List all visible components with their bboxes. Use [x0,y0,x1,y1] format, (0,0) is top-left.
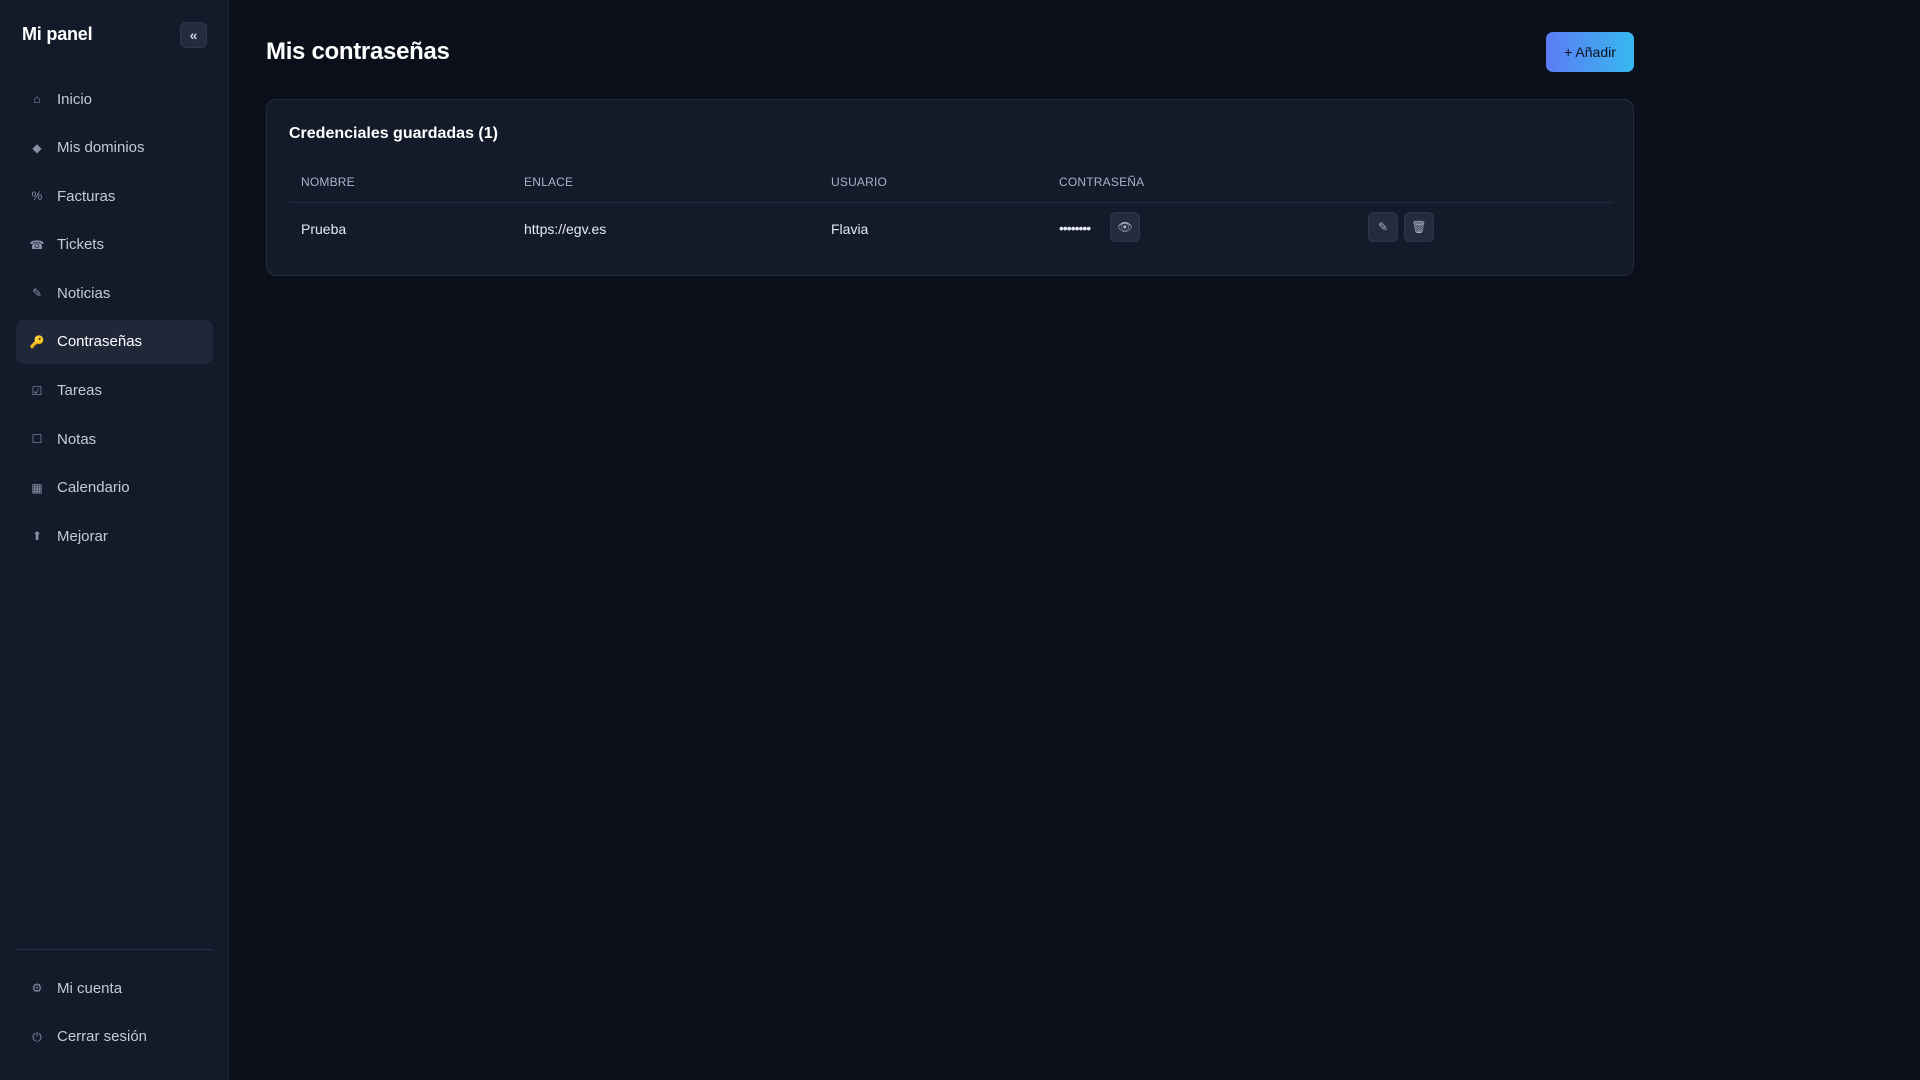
checkbox-icon: ☑ [31,383,43,398]
gear-icon: ⚙ [31,981,43,995]
sidebar-item-label: Mis dominios [57,139,145,157]
sidebar-item-label: Facturas [57,187,116,205]
sidebar-item-facturas[interactable]: % Facturas [16,174,213,218]
sidebar-item-mi-cuenta[interactable]: ⚙ Mi cuenta [16,966,213,1010]
key-icon: 🔑 [29,334,45,349]
eye-icon: 👁 [1117,220,1133,234]
home-icon: ⌂ [33,92,41,106]
sidebar: Mi panel « ⌂ Inicio ◆ Mis dominios % Fac… [0,0,229,1080]
pencil-icon: ✎ [31,286,43,301]
percent-icon: % [31,189,43,204]
sidebar-item-label: Cerrar sesión [57,1028,148,1046]
brand-title: Mi panel [22,24,93,44]
sidebar-item-contrasenas[interactable]: 🔑 Contraseñas [16,319,213,364]
sidebar-item-notas[interactable]: ☐ Notas [16,417,213,461]
cell-user: Flavia [831,221,869,237]
column-header-enlace: ENLACE [524,175,574,189]
diamond-icon: ◆ [32,140,42,155]
sidebar-nav: ⌂ Inicio ◆ Mis dominios % Facturas ☎ Tic… [16,77,213,563]
sidebar-item-label: Notas [57,430,97,448]
sidebar-item-noticias[interactable]: ✎ Noticias [16,271,213,315]
calendar-icon: ▦ [31,480,43,495]
cell-name: Prueba [301,221,347,237]
sidebar-item-tareas[interactable]: ☑ Tareas [16,369,213,413]
cell-password-mask: •••••••• [1059,220,1091,236]
arrow-up-icon: ⬆ [31,529,43,544]
collapse-sidebar-button[interactable]: « [180,22,207,48]
card-title: Credenciales guardadas (1) [289,125,498,142]
table-header-divider [289,202,1613,203]
sidebar-item-calendario[interactable]: ▦ Calendario [16,466,213,510]
pencil-icon: ✎ [1377,220,1389,234]
show-password-button[interactable]: 👁 [1110,212,1140,242]
sidebar-item-label: Tickets [57,236,104,254]
sidebar-item-label: Noticias [57,284,111,302]
cell-link[interactable]: https://egv.es [524,221,606,237]
column-header-nombre: NOMBRE [301,175,355,189]
page-title: Mis contraseñas [266,38,450,65]
phone-icon: ☎ [29,237,45,252]
sidebar-bottom-nav: ⚙ Mi cuenta ⏻ Cerrar sesión [16,966,213,1063]
sidebar-item-label: Tareas [57,382,103,400]
power-icon: ⏻ [32,1029,42,1044]
sidebar-item-label: Mejorar [57,527,108,545]
sidebar-item-tickets[interactable]: ☎ Tickets [16,223,213,267]
sidebar-divider [16,949,213,950]
note-icon: ☐ [31,432,43,447]
sidebar-item-inicio[interactable]: ⌂ Inicio [16,77,213,121]
trash-icon: 🗑 [1411,220,1427,234]
credentials-card: Credenciales guardadas (1) NOMBRE ENLACE… [266,99,1634,276]
column-header-contrasena: CONTRASEÑA [1059,175,1145,189]
sidebar-item-cerrar-sesion[interactable]: ⏻ Cerrar sesión [16,1015,213,1059]
sidebar-item-label: Inicio [57,90,93,108]
sidebar-item-mejorar[interactable]: ⬆ Mejorar [16,514,213,558]
delete-button[interactable]: 🗑 [1404,212,1434,242]
sidebar-item-label: Calendario [57,479,130,497]
column-header-usuario: USUARIO [831,175,888,189]
sidebar-item-mis-dominios[interactable]: ◆ Mis dominios [16,126,213,170]
sidebar-item-label: Mi cuenta [57,979,123,997]
sidebar-item-label: Contraseñas [57,333,143,351]
edit-button[interactable]: ✎ [1368,212,1398,242]
add-button[interactable]: + Añadir [1546,32,1634,72]
